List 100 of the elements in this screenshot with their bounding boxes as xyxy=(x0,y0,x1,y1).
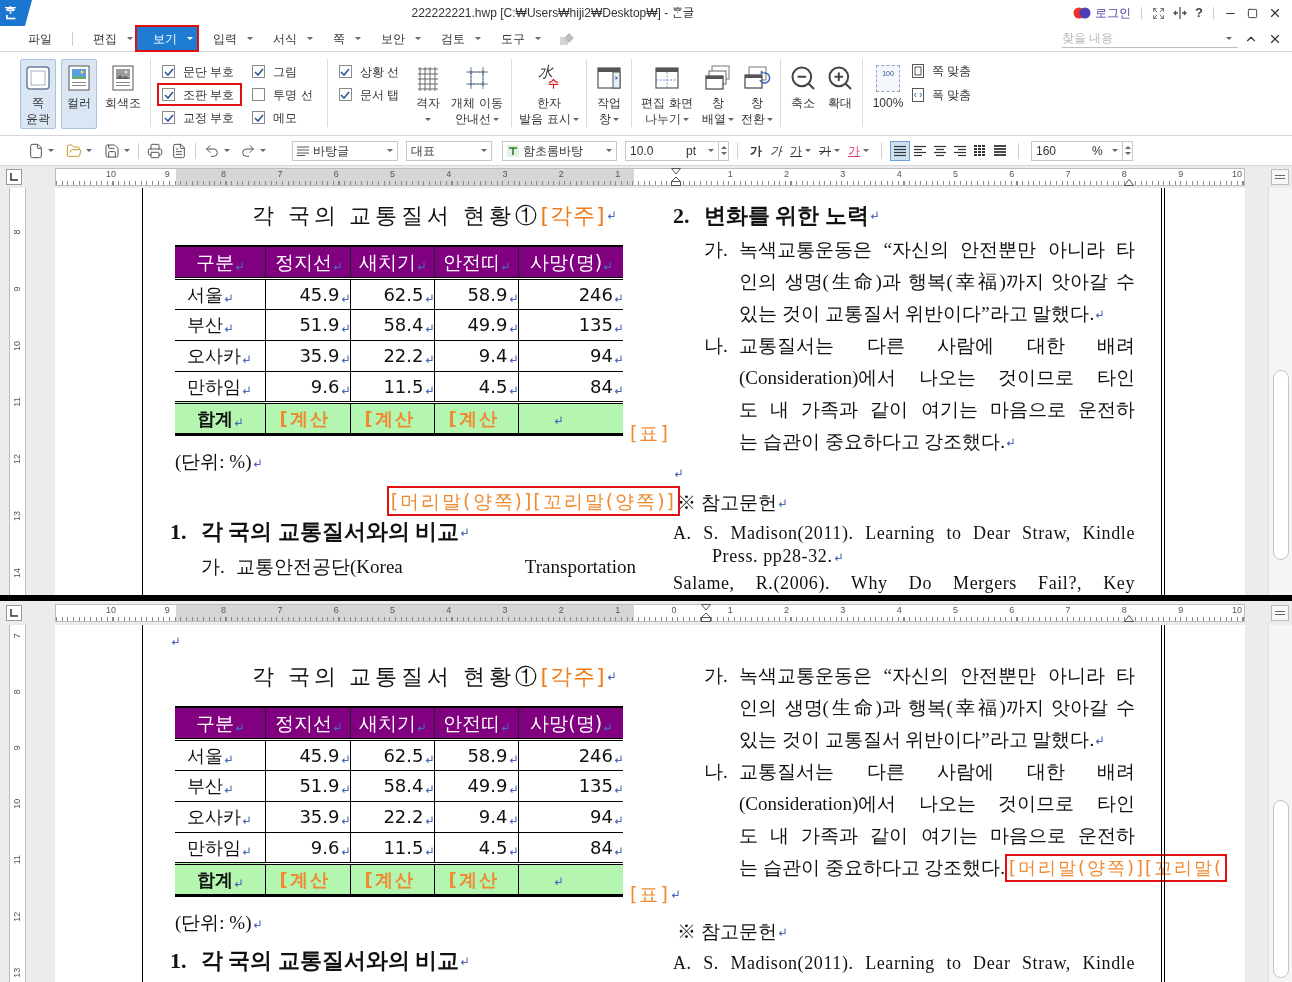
paragraph-style-select[interactable]: 바탕글 xyxy=(292,140,398,161)
split-view-button[interactable]: 편집 화면 나누기 xyxy=(638,59,697,129)
grayscale-view-button[interactable]: 회색조 xyxy=(102,59,144,129)
print-icon[interactable] xyxy=(147,142,163,159)
task-pane-button[interactable]: 작업 창 xyxy=(593,59,626,129)
vertical-ruler[interactable]: 8 9 10 11 12 13 14 xyxy=(9,188,26,595)
menu-item[interactable]: 쪽 xyxy=(317,27,365,50)
vertical-ruler[interactable]: 7 8 9 10 11 12 13 xyxy=(9,625,26,982)
checkbox-label[interactable]: 교정 부호 xyxy=(183,108,235,127)
font-size-field[interactable]: 10.0 pt xyxy=(625,140,719,161)
menu-item[interactable]: 보안 xyxy=(365,27,425,50)
search-field[interactable]: 찾을 내용 xyxy=(1062,29,1238,48)
checkbox-label[interactable]: 조판 부호 xyxy=(183,85,235,104)
ruler-number: 4 xyxy=(445,169,453,180)
help-button[interactable]: ? xyxy=(1195,3,1203,23)
checkbox-label[interactable]: 상황 선 xyxy=(359,62,400,81)
checkbox-label[interactable]: 그림 xyxy=(273,62,298,81)
fit-width-button[interactable]: 폭 맞춤 xyxy=(912,86,972,104)
close-icon[interactable] xyxy=(1268,6,1282,20)
paragraph-mark-icon xyxy=(332,261,341,270)
window-title: 222222221.hwp [C:₩Users₩hiji2₩Desktop₩] - ᄒᆞᆫ글 xyxy=(411,5,694,22)
cell-value: 22.2 xyxy=(383,806,424,827)
line-spacing-field[interactable]: 160 % xyxy=(1031,140,1123,161)
right-indent-marker-icon[interactable] xyxy=(1124,615,1134,622)
scrollbar-thumb[interactable] xyxy=(1272,370,1289,560)
checkbox[interactable] xyxy=(162,111,175,124)
paragraph-mark-icon xyxy=(340,293,349,302)
menu-item[interactable]: 파일 xyxy=(12,27,68,50)
fit-page-button[interactable]: 쪽 맞춤 xyxy=(912,62,972,80)
right-indent-marker-icon[interactable] xyxy=(1124,179,1134,186)
font-type-icon xyxy=(507,144,519,157)
language-select[interactable]: 대표 xyxy=(406,140,492,161)
redo-button[interactable] xyxy=(240,142,266,159)
maximize-icon[interactable] xyxy=(1247,7,1258,19)
color-view-button[interactable]: 컬러 xyxy=(61,59,97,129)
character-format-button[interactable]: 가 xyxy=(770,141,782,160)
font-size-spinner[interactable] xyxy=(719,140,729,161)
font-select[interactable]: 함초롬바탕 xyxy=(502,140,617,161)
menu-item[interactable]: 입력 xyxy=(197,27,257,50)
checkbox[interactable] xyxy=(252,111,266,124)
formula-code: [계산 xyxy=(279,407,330,429)
checkbox[interactable] xyxy=(252,88,266,101)
checkbox-label[interactable]: 문서 탭 xyxy=(359,85,400,104)
checkbox[interactable] xyxy=(162,65,175,78)
cell-value: 62.5 xyxy=(383,283,424,305)
menu-item[interactable]: 검토 xyxy=(425,27,485,50)
width-arrows-icon[interactable] xyxy=(1173,7,1188,19)
fullscreen-icon[interactable] xyxy=(1152,6,1166,20)
fit-width-icon xyxy=(912,88,925,102)
column-header: 안전띠 xyxy=(443,711,500,734)
paragraph-mark-icon xyxy=(224,293,232,302)
save-button[interactable] xyxy=(104,142,130,159)
horizontal-ruler[interactable]: 10 9 8 7 6 5 4 3 2 1 1 2 3 4 5 6 7 8 9 10 xyxy=(55,168,1245,186)
grid-button[interactable]: 격자 xyxy=(412,59,445,129)
split-handle-icon xyxy=(1275,175,1285,179)
character-format-button[interactable]: 가 xyxy=(750,141,762,160)
page-outline-button[interactable]: 쪽 윤곽 xyxy=(20,59,56,129)
vertical-scrollbar[interactable] xyxy=(1268,188,1292,595)
guide-lines-button[interactable]: 개체 이동 안내선 xyxy=(449,59,506,129)
preview-page-icon[interactable] xyxy=(171,142,187,159)
indent-marker-icon[interactable] xyxy=(701,604,711,622)
character-format-button[interactable]: 가 xyxy=(848,141,869,160)
menu-item[interactable]: 서식 xyxy=(257,27,317,50)
checkbox[interactable] xyxy=(338,88,352,101)
split-handle-button[interactable] xyxy=(1271,169,1289,185)
cell-value: 58.4 xyxy=(383,775,424,796)
checkmark-icon xyxy=(163,113,174,122)
checkbox[interactable] xyxy=(338,65,352,78)
indent-marker-icon[interactable] xyxy=(671,168,681,186)
character-format-button[interactable]: 가 xyxy=(819,141,840,160)
checkbox[interactable] xyxy=(252,65,266,78)
checkbox-label[interactable]: 메모 xyxy=(273,108,298,127)
vertical-scrollbar[interactable] xyxy=(1268,625,1292,982)
horizontal-ruler[interactable]: 10 9 8 7 6 5 4 3 2 1 0 1 2 3 4 5 6 7 8 9 10 xyxy=(55,604,1245,622)
split-handle-button[interactable] xyxy=(1271,605,1289,621)
formula-code: [계산 xyxy=(364,868,415,890)
login-link[interactable]: 로그인 xyxy=(1095,4,1132,22)
checkbox-label[interactable]: 문단 부호 xyxy=(183,62,235,81)
checkbox[interactable] xyxy=(162,88,175,101)
menu-item[interactable]: 보기 xyxy=(137,27,197,50)
cell-value: 9.6 xyxy=(310,836,340,858)
menu-item[interactable]: 도구 xyxy=(485,27,545,50)
undo-button[interactable] xyxy=(204,142,230,159)
line-spacing-spinner[interactable] xyxy=(1123,140,1133,161)
paragraph-mark-icon xyxy=(417,261,425,270)
switch-window-button[interactable]: 창 전환 xyxy=(740,59,775,129)
ruler-number: 7 xyxy=(276,169,284,180)
scrollbar-thumb[interactable] xyxy=(1272,800,1289,978)
tab-type-button[interactable] xyxy=(6,605,22,621)
arrange-windows-button[interactable]: 창 배열 xyxy=(701,59,736,129)
checkbox-label[interactable]: 투명 선 xyxy=(273,85,313,104)
menu-item[interactable]: 편집 xyxy=(77,27,137,50)
new-document-button[interactable] xyxy=(28,142,54,159)
character-format-button[interactable]: 가 xyxy=(790,141,811,160)
hanja-reading-button[interactable]: 水 수 한자 발음 표시 xyxy=(518,59,581,129)
alignment-button[interactable] xyxy=(890,140,910,161)
tab-type-button[interactable] xyxy=(6,169,22,185)
zoom-in-button[interactable]: 확대 xyxy=(824,59,857,129)
cell-value: 84 xyxy=(590,375,613,397)
zoom-out-button[interactable]: 축소 xyxy=(787,59,820,129)
